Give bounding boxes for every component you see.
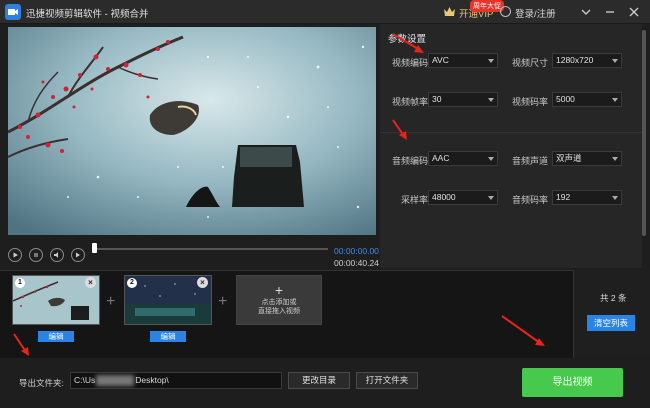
- plus-separator-icon: +: [218, 293, 228, 310]
- frame-rate-label: 视频帧率: [391, 97, 428, 107]
- video-bitrate-value: 5000: [556, 94, 575, 104]
- path-prefix: C:\Us: [74, 375, 96, 385]
- app-logo-icon: [5, 4, 21, 20]
- plus-separator-icon: +: [106, 293, 116, 310]
- export-folder-label: 导出文件夹:: [19, 378, 64, 388]
- vip-crown-icon[interactable]: [443, 5, 456, 18]
- audio-codec-select[interactable]: AAC: [428, 151, 498, 166]
- play-icon[interactable]: [8, 248, 22, 262]
- chevron-down-icon: [612, 59, 618, 63]
- edit-clip-button[interactable]: 编辑: [38, 331, 74, 342]
- clip-number-badge: 1: [15, 278, 25, 288]
- change-directory-button[interactable]: 更改目录: [288, 372, 350, 389]
- settings-panel: 参数设置 视频编码 AVC 视频尺寸 1280x720 视频帧率 30 视频码率…: [380, 24, 642, 268]
- video-codec-label: 视频编码: [391, 58, 428, 68]
- open-folder-button[interactable]: 打开文件夹: [356, 372, 418, 389]
- audio-channel-select[interactable]: 双声道: [552, 151, 622, 166]
- settings-divider: [380, 132, 642, 133]
- progress-handle[interactable]: [92, 243, 97, 253]
- path-suffix: Desktop\: [135, 375, 169, 385]
- audio-channel-value: 双声道: [556, 153, 582, 163]
- close-icon[interactable]: [626, 4, 642, 20]
- audio-bitrate-select[interactable]: 192: [552, 190, 622, 205]
- sample-rate-label: 采样率: [400, 195, 428, 205]
- video-size-value: 1280x720: [556, 55, 594, 65]
- frame-rate-select[interactable]: 30: [428, 92, 498, 107]
- user-icon[interactable]: [500, 6, 511, 17]
- loop-icon[interactable]: [71, 248, 85, 262]
- volume-icon[interactable]: [50, 248, 64, 262]
- edit-clip-button[interactable]: 编辑: [150, 331, 186, 342]
- clip-strip: 1 × 编辑 + 2 × 编辑 + + 点击添加或 直接拖入视频: [0, 270, 650, 358]
- title-bar: 迅捷视频剪辑软件 - 视频合并 开通VIP 周年大促 登录/注册: [0, 0, 650, 24]
- redacted-username: [96, 375, 134, 386]
- add-video-hint-line2: 直接拖入视频: [258, 308, 300, 315]
- add-video-hint-line1: 点击添加或: [261, 299, 297, 306]
- export-path-field[interactable]: C:\Us Desktop\: [70, 372, 282, 389]
- clip-count: 共 2 条: [600, 293, 627, 303]
- video-preview: [8, 27, 376, 235]
- clip-number-badge: 2: [127, 278, 137, 288]
- video-bitrate-label: 视频码率: [511, 97, 548, 107]
- video-size-label: 视频尺寸: [511, 58, 548, 68]
- video-size-select[interactable]: 1280x720: [552, 53, 622, 68]
- remove-clip-icon[interactable]: ×: [197, 277, 208, 288]
- settings-scrollbar[interactable]: [642, 30, 646, 236]
- minimize-icon[interactable]: [602, 4, 618, 20]
- audio-codec-value: AAC: [432, 153, 450, 163]
- video-bitrate-select[interactable]: 5000: [552, 92, 622, 107]
- remove-clip-icon[interactable]: ×: [85, 277, 96, 288]
- login-register-link[interactable]: 登录/注册: [515, 6, 556, 20]
- frame-rate-value: 30: [432, 94, 442, 104]
- chevron-down-icon: [612, 98, 618, 102]
- video-codec-value: AVC: [432, 55, 449, 65]
- current-time: 00:00:00.00: [334, 246, 379, 256]
- sample-rate-value: 48000: [432, 192, 456, 202]
- add-icon: +: [274, 282, 284, 298]
- settings-title: 参数设置: [388, 34, 427, 45]
- export-video-button[interactable]: 导出视频: [522, 368, 623, 397]
- dropdown-icon[interactable]: [578, 4, 594, 20]
- promo-badge: 周年大促: [470, 0, 504, 12]
- audio-codec-label: 音频编码: [391, 156, 428, 166]
- add-video-tile[interactable]: + 点击添加或 直接拖入视频: [236, 275, 322, 325]
- stop-icon[interactable]: [29, 248, 43, 262]
- export-bar: 导出文件夹: C:\Us Desktop\ 更改目录 打开文件夹 导出视频: [0, 358, 650, 408]
- sample-rate-select[interactable]: 48000: [428, 190, 498, 205]
- total-time: 00:00:40.24: [334, 258, 379, 268]
- clip-count-panel: 共 2 条 清空列表: [573, 270, 650, 358]
- audio-bitrate-label: 音频码率: [511, 195, 548, 205]
- window-title: 迅捷视频剪辑软件 - 视频合并: [26, 9, 149, 20]
- chevron-down-icon: [612, 196, 618, 200]
- audio-channel-label: 音频声道: [511, 156, 548, 166]
- chevron-down-icon: [612, 157, 618, 161]
- audio-bitrate-value: 192: [556, 192, 571, 202]
- progress-track[interactable]: [94, 248, 328, 250]
- chevron-down-icon: [488, 98, 494, 102]
- chevron-down-icon: [488, 59, 494, 63]
- chevron-down-icon: [488, 157, 494, 161]
- video-codec-select[interactable]: AVC: [428, 53, 498, 68]
- chevron-down-icon: [488, 196, 494, 200]
- clear-list-button[interactable]: 清空列表: [587, 315, 635, 331]
